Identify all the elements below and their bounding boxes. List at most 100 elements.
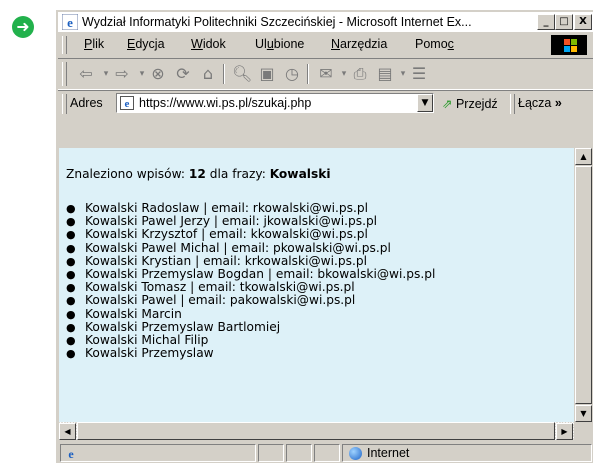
menu-plik[interactable]: Plik xyxy=(84,37,104,51)
results-summary: Znaleziono wpisów: 12 dla frazy: Kowalsk… xyxy=(66,167,331,181)
mail-icon[interactable]: ✉ xyxy=(316,64,336,84)
scroll-up-button[interactable]: ▲ xyxy=(575,148,592,165)
result-text: Kowalski Radoslaw | email: rkowalski@wi.… xyxy=(85,201,369,215)
svg-text:e: e xyxy=(68,447,74,460)
toolbar-separator xyxy=(307,64,309,84)
links-label: Łącza xyxy=(518,96,552,110)
address-url: https://www.wi.ps.pl/szukaj.php xyxy=(139,96,312,110)
go-button[interactable]: ⇗ Przejdź xyxy=(442,96,498,111)
result-text: Kowalski Przemyslaw xyxy=(85,346,214,361)
globe-icon xyxy=(349,447,362,460)
status-panel-lock xyxy=(314,444,340,462)
search-icon[interactable]: 🔍︎ xyxy=(232,64,252,84)
result-text: Kowalski Pawel Michal | email: pkowalski… xyxy=(85,240,391,255)
forward-icon[interactable]: ⇨ xyxy=(112,64,132,84)
favorites-icon[interactable]: ▣ xyxy=(257,64,277,84)
menu-widok[interactable]: Widok xyxy=(191,37,226,51)
result-item: ● Kowalski Przemyslaw xyxy=(66,346,435,361)
bullet-icon: ● xyxy=(66,281,76,295)
menu-edycja[interactable]: Edycja xyxy=(127,37,165,51)
maximize-button[interactable]: □ xyxy=(555,14,573,30)
window-title: Wydział Informatyki Politechniki Szczeci… xyxy=(82,15,472,29)
arrow-indicator-icon: ➜ xyxy=(12,16,34,38)
horizontal-scroll-thumb[interactable] xyxy=(77,422,555,440)
bullet-icon: ● xyxy=(66,333,76,347)
page-icon: e xyxy=(120,96,134,110)
address-dropdown-button[interactable]: ▼ xyxy=(417,94,433,112)
refresh-icon[interactable]: ⟳ xyxy=(173,64,193,84)
status-bar: e Internet xyxy=(58,442,593,464)
menu-ulubione[interactable]: Ulubione xyxy=(255,37,304,51)
bullet-icon: ● xyxy=(66,241,76,255)
bullet-icon: ● xyxy=(66,294,76,308)
vertical-scroll-thumb[interactable] xyxy=(575,166,592,404)
go-label: Przejdź xyxy=(455,97,498,111)
bullet-icon: ● xyxy=(66,215,76,229)
address-input[interactable]: e https://www.wi.ps.pl/szukaj.php ▼ xyxy=(116,93,434,113)
result-text: Kowalski Przemyslaw Bartlomiej xyxy=(85,319,281,334)
go-arrow-icon: ⇗ xyxy=(442,97,453,111)
addressbar-grip[interactable] xyxy=(62,94,67,114)
found-prefix: Znaleziono wpisów: xyxy=(66,167,186,181)
back-icon[interactable]: ⇦ xyxy=(76,64,96,84)
result-text: Kowalski Marcin xyxy=(85,306,182,321)
toolbar-separator xyxy=(223,64,225,84)
windows-logo-icon xyxy=(551,35,587,55)
links-grip[interactable] xyxy=(510,94,515,114)
horizontal-scrollbar[interactable]: ◀ ▶ xyxy=(59,422,574,440)
bullet-icon: ● xyxy=(66,347,76,361)
menu-bar: Plik Edycja Widok Ulubione Narzędzia Pom… xyxy=(58,34,593,56)
scroll-down-button[interactable]: ▼ xyxy=(575,405,592,422)
toolbar-grip[interactable] xyxy=(62,62,67,86)
result-text: Kowalski Krystian | email: krkowalski@wi… xyxy=(85,253,367,268)
result-text: Kowalski Tomasz | email: tkowalski@wi.ps… xyxy=(85,280,355,295)
browser-window: e Wydział Informatyki Politechniki Szcze… xyxy=(55,9,593,463)
ie-logo-icon: e xyxy=(62,14,78,30)
minimize-button[interactable]: _ xyxy=(537,14,555,30)
vertical-scrollbar[interactable]: ▲ ▼ xyxy=(574,148,593,422)
bullet-icon: ● xyxy=(66,307,76,321)
status-main-panel: e xyxy=(60,444,256,462)
title-bar: e Wydział Informatyki Politechniki Szcze… xyxy=(58,12,593,32)
menubar-grip[interactable] xyxy=(62,36,67,54)
bullet-icon: ● xyxy=(66,254,76,268)
status-panel-blank xyxy=(286,444,312,462)
chevron-right-icon: » xyxy=(554,96,562,110)
address-label: Adres xyxy=(70,96,103,110)
status-panel-progress xyxy=(258,444,284,462)
result-text: Kowalski Przemyslaw Bogdan | email: bkow… xyxy=(85,266,436,281)
links-button[interactable]: Łącza » xyxy=(518,96,562,110)
menu-narzedzia[interactable]: Narzędzia xyxy=(331,37,387,51)
page-content: Znaleziono wpisów: 12 dla frazy: Kowalsk… xyxy=(59,148,574,422)
address-bar: Adres e https://www.wi.ps.pl/szukaj.php … xyxy=(58,90,593,117)
stop-icon[interactable]: ⊗ xyxy=(148,64,168,84)
results-list: ● Kowalski Radoslaw | email: rkowalski@wi… xyxy=(66,201,436,361)
bullet-icon: ● xyxy=(66,228,76,242)
results-count: 12 xyxy=(188,167,206,181)
edit-icon[interactable]: ▤ xyxy=(375,64,395,84)
print-icon[interactable]: ⎙ xyxy=(350,64,370,84)
phrase-label: dla frazy: xyxy=(209,167,266,181)
bullet-icon: ● xyxy=(66,320,76,334)
standard-toolbar: ⇦ ▾ ⇨ ▾ ⊗ ⟳ ⌂ 🔍︎ ▣ ◷ ✉ ▾ ⎙ ▤ ▾ ☰ xyxy=(58,58,593,90)
scroll-right-button[interactable]: ▶ xyxy=(556,423,573,440)
result-text: Kowalski Krzysztof | email: kkowalski@wi… xyxy=(85,227,368,242)
result-text: Kowalski Pawel | email: pakowalski@wi.ps… xyxy=(85,293,356,308)
search-phrase: Kowalski xyxy=(269,167,331,181)
scrollbar-corner xyxy=(574,422,593,440)
bullet-icon: ● xyxy=(66,267,76,281)
menu-pomoc[interactable]: Pomoc xyxy=(415,37,454,51)
scroll-left-button[interactable]: ◀ xyxy=(59,423,76,440)
zone-label: Internet xyxy=(367,446,410,460)
home-icon[interactable]: ⌂ xyxy=(198,64,218,84)
discuss-icon[interactable]: ☰ xyxy=(409,64,429,84)
close-button[interactable]: X xyxy=(574,14,592,30)
result-text: Kowalski Michal Filip xyxy=(85,332,209,347)
history-icon[interactable]: ◷ xyxy=(282,64,302,84)
page-status-icon: e xyxy=(68,447,74,460)
svg-text:e: e xyxy=(125,98,130,110)
result-text: Kowalski Pawel Jerzy | email: jkowalski@… xyxy=(85,214,378,229)
svg-text:e: e xyxy=(67,15,73,30)
bullet-icon: ● xyxy=(66,202,76,215)
status-zone-panel: Internet xyxy=(342,444,592,462)
